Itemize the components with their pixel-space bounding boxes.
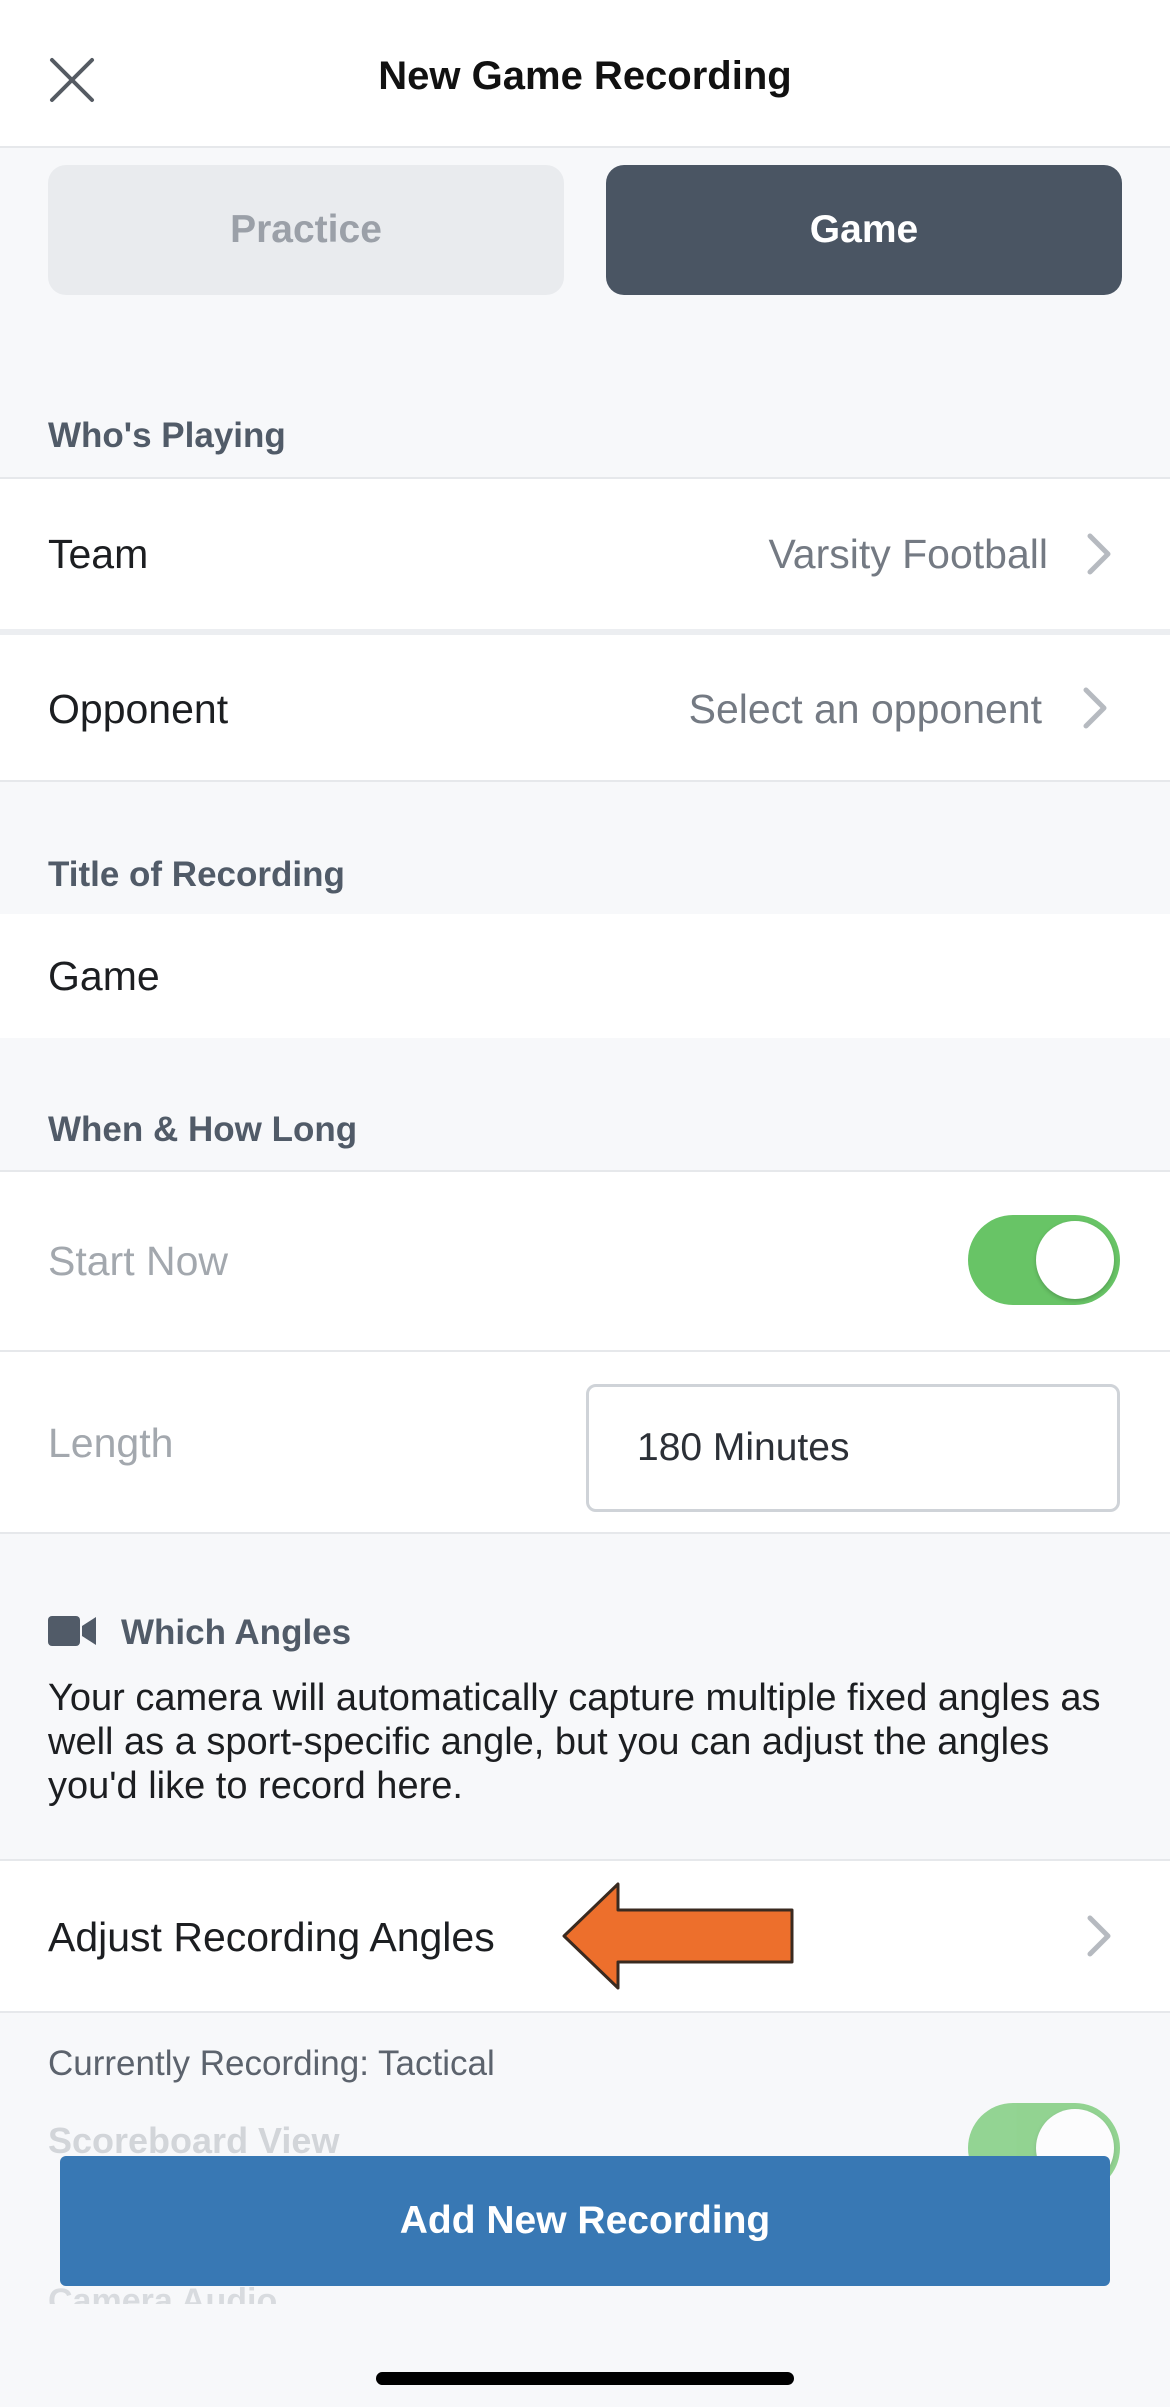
- opponent-value: Select an opponent: [688, 686, 1042, 732]
- section-when-how-long: When & How Long: [48, 1110, 358, 1149]
- video-camera-icon: [48, 1616, 96, 1646]
- length-input[interactable]: 180 Minutes: [586, 1384, 1120, 1512]
- divider: [0, 2011, 1170, 2013]
- angles-description: Your camera will automatically capture m…: [48, 1677, 1101, 1807]
- length-label: Length: [48, 1420, 174, 1466]
- chevron-right-icon: [1083, 687, 1107, 729]
- section-whos-playing: Who's Playing: [48, 416, 286, 455]
- currently-recording-text: Currently Recording: Tactical: [48, 2044, 495, 2083]
- team-label: Team: [48, 531, 149, 577]
- opponent-label: Opponent: [48, 686, 229, 732]
- section-title-of-recording: Title of Recording: [48, 855, 345, 894]
- title-value: Game: [48, 953, 160, 999]
- home-indicator: [376, 2372, 794, 2385]
- arrow-left-icon: [562, 1882, 794, 1990]
- title-field[interactable]: [0, 914, 1170, 1038]
- toggle-knob: [1036, 1221, 1114, 1299]
- adjust-angles-label: Adjust Recording Angles: [48, 1914, 495, 1960]
- page-title: New Game Recording: [378, 54, 792, 98]
- divider: [0, 1532, 1170, 1534]
- chevron-right-icon: [1087, 1915, 1111, 1957]
- start-now-label: Start Now: [48, 1238, 228, 1284]
- segment-game[interactable]: Game: [606, 165, 1122, 295]
- team-value: Varsity Football: [768, 531, 1048, 577]
- segment-practice[interactable]: Practice: [48, 165, 564, 295]
- section-which-angles: Which Angles: [121, 1613, 352, 1652]
- chevron-right-icon: [1087, 533, 1111, 575]
- bottom-safe-area: [0, 2304, 1170, 2407]
- start-now-toggle[interactable]: [968, 1215, 1120, 1305]
- divider: [0, 780, 1170, 782]
- add-new-recording-button[interactable]: Add New Recording: [60, 2156, 1110, 2286]
